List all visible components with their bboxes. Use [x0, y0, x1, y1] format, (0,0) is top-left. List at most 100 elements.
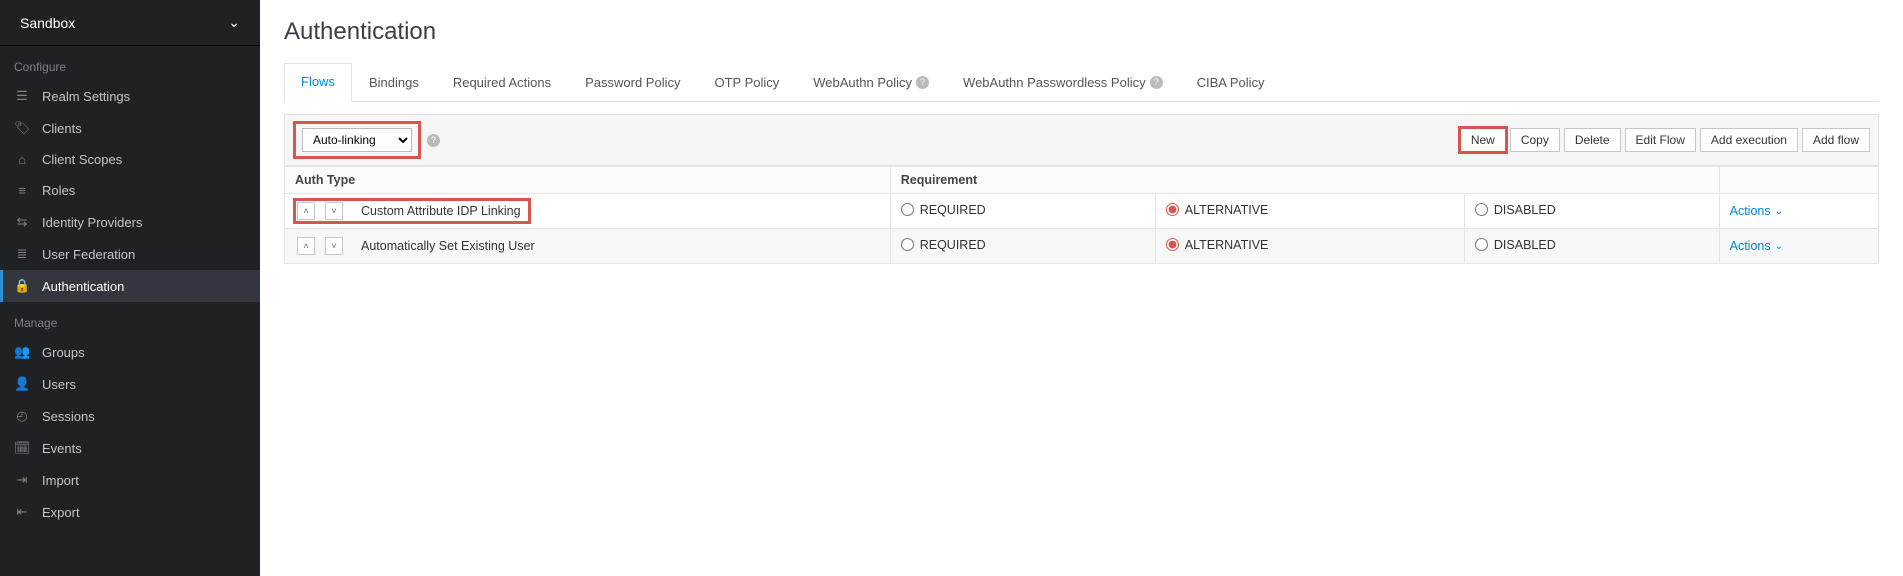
requirement-alternative[interactable]: ALTERNATIVE	[1166, 203, 1269, 217]
sidebar-item-user-federation[interactable]: ≣ User Federation	[0, 238, 260, 270]
radio-required[interactable]	[901, 203, 914, 216]
list-icon: ≡	[14, 183, 30, 198]
row-actions-menu[interactable]: Actions ⌄	[1730, 204, 1783, 218]
chevron-down-icon: ⌄	[1775, 241, 1783, 252]
add-flow-button[interactable]: Add flow	[1802, 128, 1870, 152]
import-icon: ⇥	[14, 472, 30, 488]
sidebar-item-label: Roles	[42, 183, 75, 198]
table-row: ˄ ˅ Custom Attribute IDP Linking REQUIRE…	[285, 194, 1879, 229]
move-down-button[interactable]: ˅	[325, 237, 343, 255]
sidebar-item-authentication[interactable]: 🔒 Authentication	[0, 270, 260, 302]
radio-alternative[interactable]	[1166, 203, 1179, 216]
radio-alternative[interactable]	[1166, 238, 1179, 251]
flow-select[interactable]: Auto-linking	[302, 128, 412, 152]
tab-label: Password Policy	[585, 75, 680, 90]
sidebar-item-groups[interactable]: 👥 Groups	[0, 336, 260, 368]
edit-flow-button[interactable]: Edit Flow	[1625, 128, 1696, 152]
sidebar-item-label: Groups	[42, 345, 85, 360]
copy-button[interactable]: Copy	[1510, 128, 1560, 152]
help-icon[interactable]: ?	[1150, 76, 1163, 89]
sidebar-item-import[interactable]: ⇥ Import	[0, 464, 260, 496]
radio-disabled[interactable]	[1475, 238, 1488, 251]
tab-otp-policy[interactable]: OTP Policy	[697, 63, 796, 102]
sidebar-section-manage: Manage	[0, 302, 260, 336]
tab-ciba-policy[interactable]: CIBA Policy	[1180, 63, 1282, 102]
tab-label: Required Actions	[453, 75, 551, 90]
sidebar-item-label: Sessions	[42, 409, 95, 424]
group-icon: 👥	[14, 344, 30, 360]
realm-name: Sandbox	[20, 15, 75, 31]
tab-label: WebAuthn Passwordless Policy	[963, 75, 1146, 90]
tab-password-policy[interactable]: Password Policy	[568, 63, 697, 102]
sidebar-section-configure: Configure	[0, 46, 260, 80]
move-up-button[interactable]: ˄	[297, 237, 315, 255]
help-icon[interactable]: ?	[916, 76, 929, 89]
sidebar-item-label: Users	[42, 377, 76, 392]
radio-disabled[interactable]	[1475, 203, 1488, 216]
flow-toolbar: Auto-linking ? New Copy Delete Edit Flow…	[284, 114, 1879, 166]
sidebar-item-export[interactable]: ⇤ Export	[0, 496, 260, 528]
export-icon: ⇤	[14, 504, 30, 520]
delete-button[interactable]: Delete	[1564, 128, 1621, 152]
requirement-disabled[interactable]: DISABLED	[1475, 238, 1556, 252]
tab-bindings[interactable]: Bindings	[352, 63, 436, 102]
add-execution-button[interactable]: Add execution	[1700, 128, 1798, 152]
sidebar-item-events[interactable]: 🗓 Events	[0, 432, 260, 464]
tab-required-actions[interactable]: Required Actions	[436, 63, 568, 102]
auth-type-name: Custom Attribute IDP Linking	[361, 204, 521, 218]
sidebar-item-label: Clients	[42, 121, 82, 136]
move-up-button[interactable]: ˄	[297, 202, 315, 220]
tab-label: OTP Policy	[714, 75, 779, 90]
tab-webauthn-passwordless-policy[interactable]: WebAuthn Passwordless Policy ?	[946, 63, 1180, 102]
sidebar-item-label: Client Scopes	[42, 152, 122, 167]
tab-webauthn-policy[interactable]: WebAuthn Policy ?	[796, 63, 946, 102]
clock-icon: ◴	[14, 408, 30, 424]
sidebar-item-sessions[interactable]: ◴ Sessions	[0, 400, 260, 432]
page-title: Authentication	[284, 18, 1879, 46]
help-icon[interactable]: ?	[427, 134, 440, 147]
sidebar-item-users[interactable]: 👤 Users	[0, 368, 260, 400]
sidebar-item-clients[interactable]: 🏷 Clients	[0, 112, 260, 144]
requirement-disabled[interactable]: DISABLED	[1475, 203, 1556, 217]
tab-label: Flows	[301, 74, 335, 89]
requirement-required[interactable]: REQUIRED	[901, 238, 986, 252]
row-actions-menu[interactable]: Actions ⌄	[1730, 239, 1783, 253]
lock-icon: 🔒	[14, 278, 30, 294]
sidebar-item-label: User Federation	[42, 247, 135, 262]
move-down-button[interactable]: ˅	[325, 202, 343, 220]
sliders-icon: ☰	[14, 88, 30, 104]
flow-select-highlight: Auto-linking	[293, 121, 421, 159]
calendar-icon: 🗓	[14, 440, 30, 456]
realm-selector[interactable]: Sandbox ⌄	[0, 0, 260, 46]
col-requirement: Requirement	[890, 167, 1719, 194]
user-icon: 👤	[14, 376, 30, 392]
tabs: Flows Bindings Required Actions Password…	[284, 62, 1879, 102]
sidebar-item-label: Realm Settings	[42, 89, 130, 104]
chevron-down-icon: ⌄	[1775, 206, 1783, 217]
requirement-alternative[interactable]: ALTERNATIVE	[1166, 238, 1269, 252]
new-button[interactable]: New	[1460, 128, 1506, 152]
sidebar-item-label: Authentication	[42, 279, 124, 294]
sidebar-item-client-scopes[interactable]: ⌂ Client Scopes	[0, 144, 260, 175]
sidebar-item-identity-providers[interactable]: ⇆ Identity Providers	[0, 206, 260, 238]
exchange-icon: ⇆	[14, 214, 30, 230]
tag-icon: 🏷	[14, 120, 30, 136]
sidebar-item-label: Export	[42, 505, 80, 520]
tab-label: CIBA Policy	[1197, 75, 1265, 90]
main-content: Authentication Flows Bindings Required A…	[260, 0, 1903, 576]
flow-table: Auth Type Requirement ˄ ˅ Custom Attribu…	[284, 166, 1879, 264]
radio-required[interactable]	[901, 238, 914, 251]
sidebar-item-roles[interactable]: ≡ Roles	[0, 175, 260, 206]
chevron-down-icon: ⌄	[228, 14, 240, 31]
tab-label: WebAuthn Policy	[813, 75, 912, 90]
sidebar-item-realm-settings[interactable]: ☰ Realm Settings	[0, 80, 260, 112]
tab-flows[interactable]: Flows	[284, 63, 352, 102]
auth-type-name: Automatically Set Existing User	[361, 239, 535, 253]
col-actions	[1719, 167, 1878, 194]
requirement-required[interactable]: REQUIRED	[901, 203, 986, 217]
sidebar-item-label: Identity Providers	[42, 215, 142, 230]
col-auth-type: Auth Type	[285, 167, 891, 194]
clientscope-icon: ⌂	[14, 152, 30, 167]
table-row: ˄ ˅ Automatically Set Existing User REQU…	[285, 229, 1879, 264]
sidebar: Sandbox ⌄ Configure ☰ Realm Settings 🏷 C…	[0, 0, 260, 576]
